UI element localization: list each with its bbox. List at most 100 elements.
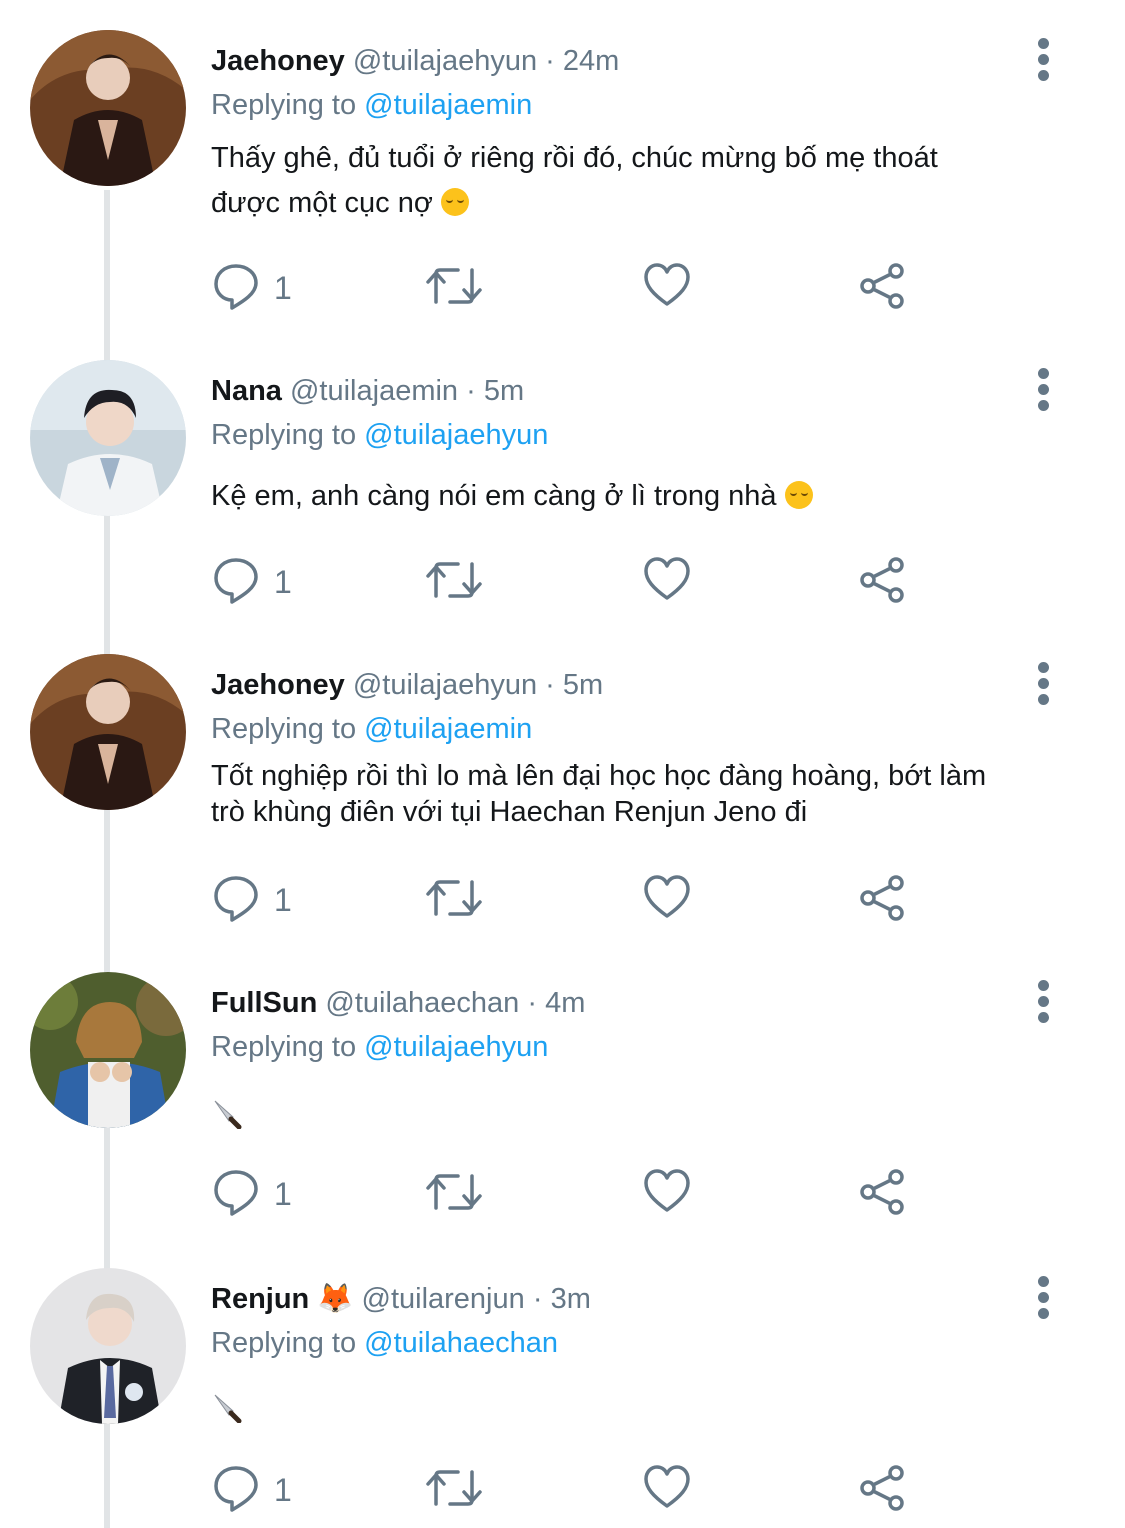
replying-to-label: Replying to	[211, 1327, 357, 1359]
tweet-header: Nana @tuilajaemin · 5m	[211, 374, 524, 408]
retweet-icon	[426, 1470, 482, 1506]
separator-dot: ·	[545, 669, 555, 701]
avatar[interactable]	[30, 1268, 186, 1424]
tweet-actions: 1	[0, 556, 1125, 608]
share-icon	[860, 875, 904, 921]
display-name[interactable]: Jaehoney	[211, 669, 345, 701]
tweet-actions: 1	[0, 874, 1125, 926]
reply-count: 1	[274, 1472, 292, 1508]
relieved-face-emoji	[784, 481, 813, 509]
retweet-icon	[426, 268, 482, 304]
share-button[interactable]	[858, 556, 906, 608]
share-icon	[860, 263, 904, 309]
tweet[interactable]: FullSun @tuilahaechan · 4m Replying to @…	[0, 972, 1125, 1242]
tweet-text	[211, 1090, 1071, 1135]
like-button[interactable]	[643, 556, 691, 608]
tweet-text: Kệ em, anh càng nói em càng ở lì trong n…	[211, 474, 1071, 519]
replying-to-label: Replying to	[211, 1031, 357, 1063]
tweet[interactable]: Jaehoney @tuilajaehyun · 5m Replying to …	[0, 654, 1125, 944]
separator-dot: ·	[466, 375, 476, 407]
tweet-text-line: Kệ em, anh càng nói em càng ở lì trong n…	[211, 480, 777, 512]
tweet[interactable]: Nana @tuilajaemin · 5m Replying to @tuil…	[0, 360, 1125, 630]
user-handle[interactable]: @tuilahaechan	[325, 987, 519, 1019]
replying-to-label: Replying to	[211, 89, 357, 121]
tweet-text-line: trò khùng điên với tụi Haechan Renjun Je…	[211, 796, 808, 828]
avatar[interactable]	[30, 360, 186, 516]
reply-button[interactable]: 1	[212, 874, 312, 926]
tweet[interactable]: Renjun 🦊 @tuilarenjun · 3m Replying to @…	[0, 1268, 1125, 1528]
replying-to-handle[interactable]: @tuilajaehyun	[364, 1031, 548, 1063]
tweet-text-line: được một cục nợ	[211, 187, 433, 219]
replying-to-label: Replying to	[211, 419, 357, 451]
display-name[interactable]: Jaehoney	[211, 45, 345, 77]
avatar-image	[30, 1268, 186, 1424]
retweet-button[interactable]	[426, 1168, 482, 1220]
retweet-button[interactable]	[426, 262, 482, 314]
reply-button[interactable]: 1	[212, 262, 312, 314]
retweet-button[interactable]	[426, 556, 482, 608]
timestamp[interactable]: 5m	[563, 669, 603, 701]
retweet-button[interactable]	[426, 1464, 482, 1516]
avatar[interactable]	[30, 30, 186, 186]
replying-to-handle[interactable]: @tuilahaechan	[364, 1327, 558, 1359]
timestamp[interactable]: 4m	[545, 987, 585, 1019]
tweet-text: Thấy ghê, đủ tuổi ở riêng rồi đó, chúc m…	[211, 136, 1071, 226]
replying-to-handle[interactable]: @tuilajaemin	[364, 713, 532, 745]
share-button[interactable]	[858, 1464, 906, 1516]
reply-icon	[214, 264, 258, 310]
share-icon	[860, 1169, 904, 1215]
tweet-header: Renjun 🦊 @tuilarenjun · 3m	[211, 1282, 591, 1316]
like-icon	[644, 875, 690, 918]
like-button[interactable]	[643, 1168, 691, 1220]
reply-count: 1	[274, 564, 292, 600]
more-options-icon[interactable]	[1030, 662, 1058, 706]
display-name[interactable]: FullSun	[211, 987, 317, 1019]
timestamp[interactable]: 24m	[563, 45, 619, 77]
replying-to-handle[interactable]: @tuilajaehyun	[364, 419, 548, 451]
user-handle[interactable]: @tuilajaehyun	[353, 45, 537, 77]
timestamp[interactable]: 5m	[484, 375, 524, 407]
like-button[interactable]	[643, 262, 691, 314]
tweet-text: Tốt nghiệp rồi thì lo mà lên đại học học…	[211, 758, 1091, 830]
reply-button[interactable]: 1	[212, 556, 312, 608]
reply-button[interactable]: 1	[212, 1464, 312, 1516]
reply-icon	[214, 1170, 258, 1216]
like-button[interactable]	[643, 1464, 691, 1516]
reply-count: 1	[274, 1176, 292, 1212]
replying-to: Replying to @tuilajaehyun	[211, 418, 548, 452]
reply-count: 1	[274, 270, 292, 306]
tweet-header: Jaehoney @tuilajaehyun · 24m	[211, 44, 619, 78]
user-handle[interactable]: @tuilajaehyun	[353, 669, 537, 701]
user-handle[interactable]: @tuilarenjun	[362, 1283, 525, 1315]
share-button[interactable]	[858, 874, 906, 926]
avatar[interactable]	[30, 972, 186, 1128]
reply-icon	[214, 558, 258, 604]
more-options-icon[interactable]	[1030, 368, 1058, 412]
avatar-image	[30, 30, 186, 186]
tweet-header: FullSun @tuilahaechan · 4m	[211, 986, 585, 1020]
reply-icon	[214, 876, 258, 922]
avatar[interactable]	[30, 654, 186, 810]
more-options-icon[interactable]	[1030, 1276, 1058, 1320]
like-icon	[644, 263, 690, 306]
more-options-icon[interactable]	[1030, 980, 1058, 1024]
like-button[interactable]	[643, 874, 691, 926]
share-button[interactable]	[858, 262, 906, 314]
tweet[interactable]: Jaehoney @tuilajaehyun · 24m Replying to…	[0, 30, 1125, 330]
knife-emoji	[214, 1100, 242, 1130]
retweet-icon	[426, 562, 482, 598]
reply-button[interactable]: 1	[212, 1168, 312, 1220]
retweet-icon	[426, 880, 482, 916]
timestamp[interactable]: 3m	[551, 1283, 591, 1315]
tweet-text-line: Tốt nghiệp rồi thì lo mà lên đại học học…	[211, 760, 987, 792]
replying-to-handle[interactable]: @tuilajaemin	[364, 89, 532, 121]
share-button[interactable]	[858, 1168, 906, 1220]
user-handle[interactable]: @tuilajaemin	[290, 375, 458, 407]
display-name[interactable]: Renjun 🦊	[211, 1283, 353, 1315]
more-options-icon[interactable]	[1030, 38, 1058, 82]
replying-to: Replying to @tuilajaehyun	[211, 1030, 548, 1064]
retweet-button[interactable]	[426, 874, 482, 926]
like-icon	[644, 1465, 690, 1508]
display-name[interactable]: Nana	[211, 375, 282, 407]
replying-to: Replying to @tuilajaemin	[211, 88, 532, 122]
